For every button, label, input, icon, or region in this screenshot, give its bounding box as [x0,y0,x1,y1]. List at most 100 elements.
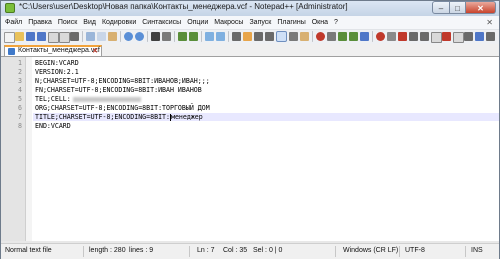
menu-run[interactable]: Запуск [246,19,274,26]
line-number-gutter: 1 2 3 4 5 6 7 8 [1,57,26,241]
folder-as-workspace-icon[interactable] [300,32,309,41]
close-file-icon[interactable] [48,32,59,43]
toolbar-separator [147,31,148,42]
plugin-tool-icon[interactable] [431,32,442,43]
toolbar-separator [201,31,202,42]
find-icon[interactable] [151,32,160,41]
status-separator [83,246,84,257]
code-text: менеджер [170,113,203,121]
menu-encoding[interactable]: Кодировки [99,19,139,26]
replace-icon[interactable] [162,32,171,41]
status-separator [189,246,190,257]
document-map-icon[interactable] [276,31,287,42]
tab-bar: Контакты_менеджера.vcf ✕ [1,44,499,57]
menu-search[interactable]: Поиск [55,19,80,26]
record-macro-icon[interactable] [316,32,325,41]
menu-language[interactable]: Синтаксисы [139,19,184,26]
menu-view[interactable]: Вид [80,19,99,26]
line-number: 7 [18,113,22,121]
show-all-chars-icon[interactable] [243,32,252,41]
print-icon[interactable] [70,32,79,41]
plugin-tool-icon[interactable] [420,32,429,41]
copy-icon[interactable] [97,32,106,41]
status-separator [465,246,466,257]
title-bar[interactable]: *C:\Users\user\Desktop\Новая папка\Конта… [1,1,499,16]
tab-close-icon[interactable]: ✕ [92,47,98,55]
save-macro-icon[interactable] [360,32,369,41]
sync-horizontal-icon[interactable] [216,32,225,41]
code-line[interactable]: ORG;CHARSET=UTF-8;ENCODING=8BIT:ТОРГОВЫЙ… [35,104,210,112]
tab-kontakty-menedzhera[interactable]: Контакты_менеджера.vcf ✕ [4,45,102,56]
zoom-out-icon[interactable] [189,32,198,41]
code-line[interactable]: END:VCARD [35,122,71,130]
redo-icon[interactable] [135,32,144,41]
toolbar-separator [312,31,313,42]
user-defined-language-icon[interactable] [265,32,274,41]
editor-area[interactable]: 1 2 3 4 5 6 7 8 BEGIN:VCARD VERSION:2.1 … [1,57,499,241]
open-file-icon[interactable] [15,32,24,41]
menu-file[interactable]: Файл [1,19,25,26]
toolbar-separator [228,31,229,42]
close-document-icon[interactable]: ✕ [486,18,493,27]
code-line[interactable]: FN;CHARSET=UTF-8;ENCODING=8BIT:ИВАН ИВАН… [35,86,202,94]
new-file-icon[interactable] [4,32,15,43]
line-number: 4 [18,86,22,94]
plugin-tool-icon[interactable] [453,32,464,43]
menu-plugins[interactable]: Плагины [274,19,308,26]
toolbar-separator [174,31,175,42]
menu-macro[interactable]: Макросы [211,19,246,26]
plugin-record-icon[interactable] [376,32,385,41]
plugin-tool-icon[interactable] [486,32,495,41]
toolbar-separator [120,31,121,42]
save-icon[interactable] [26,32,35,41]
zoom-in-icon[interactable] [178,32,187,41]
maximize-button[interactable]: □ [450,1,466,14]
plugin-tool-icon[interactable] [464,32,473,41]
code-line[interactable]: BEGIN:VCARD [35,59,79,67]
plugin-tool-icon[interactable] [409,32,418,41]
sync-vertical-icon[interactable] [205,32,214,41]
playback-macro-icon[interactable] [338,32,347,41]
tab-label: Контакты_менеджера.vcf [18,47,100,54]
code-line[interactable]: TEL;CELL: [35,95,141,103]
close-button[interactable]: ✕ [466,1,496,14]
word-wrap-icon[interactable] [232,32,241,41]
code-line[interactable]: N;CHARSET=UTF-8;ENCODING=8BIT:ИВАНОВ;ИВА… [35,77,210,85]
stop-recording-icon[interactable] [327,32,336,41]
code-line[interactable]: VERSION:2.1 [35,68,79,76]
plugin-stop-icon[interactable] [398,32,407,41]
toolbar-separator [372,31,373,42]
status-column: Col : 35 [223,247,248,254]
code-line-current[interactable]: TITLE;CHARSET=UTF-8;ENCODING=8BIT:менедж… [35,113,203,121]
status-insert-mode[interactable]: INS [471,247,483,254]
function-list-icon[interactable] [289,32,298,41]
close-all-icon[interactable] [59,32,70,43]
menu-bar: Файл Правка Поиск Вид Кодировки Синтакси… [1,16,499,29]
line-number: 1 [18,59,22,67]
plugin-tool-icon[interactable] [475,32,484,41]
status-lines: lines : 9 [129,247,154,254]
cut-icon[interactable] [86,32,95,41]
fold-margin[interactable] [26,57,32,241]
status-encoding[interactable]: UTF-8 [405,247,425,254]
file-saved-icon [8,48,15,55]
menu-window[interactable]: Окна [309,19,331,26]
status-eol[interactable]: Windows (CR LF) [343,247,398,254]
minimize-button[interactable]: – [432,1,450,14]
paste-icon[interactable] [108,32,117,41]
status-selection: Sel : 0 | 0 [253,247,283,254]
code-text: TITLE;CHARSET=UTF-8;ENCODING=8BIT: [35,113,170,121]
menu-edit[interactable]: Правка [25,19,55,26]
menu-help[interactable]: ? [331,19,341,26]
toolbar-separator [82,31,83,42]
undo-icon[interactable] [124,32,133,41]
save-all-icon[interactable] [37,32,46,41]
plugin-icon[interactable] [387,32,396,41]
run-macro-multiple-icon[interactable] [349,32,358,41]
plugin-tool-icon[interactable] [442,32,451,41]
line-number: 2 [18,68,22,76]
menu-settings[interactable]: Опции [184,19,211,26]
window-controls: – □ ✕ [432,1,496,14]
indent-guide-icon[interactable] [254,32,263,41]
window-title: *C:\Users\user\Desktop\Новая папка\Конта… [19,2,348,11]
